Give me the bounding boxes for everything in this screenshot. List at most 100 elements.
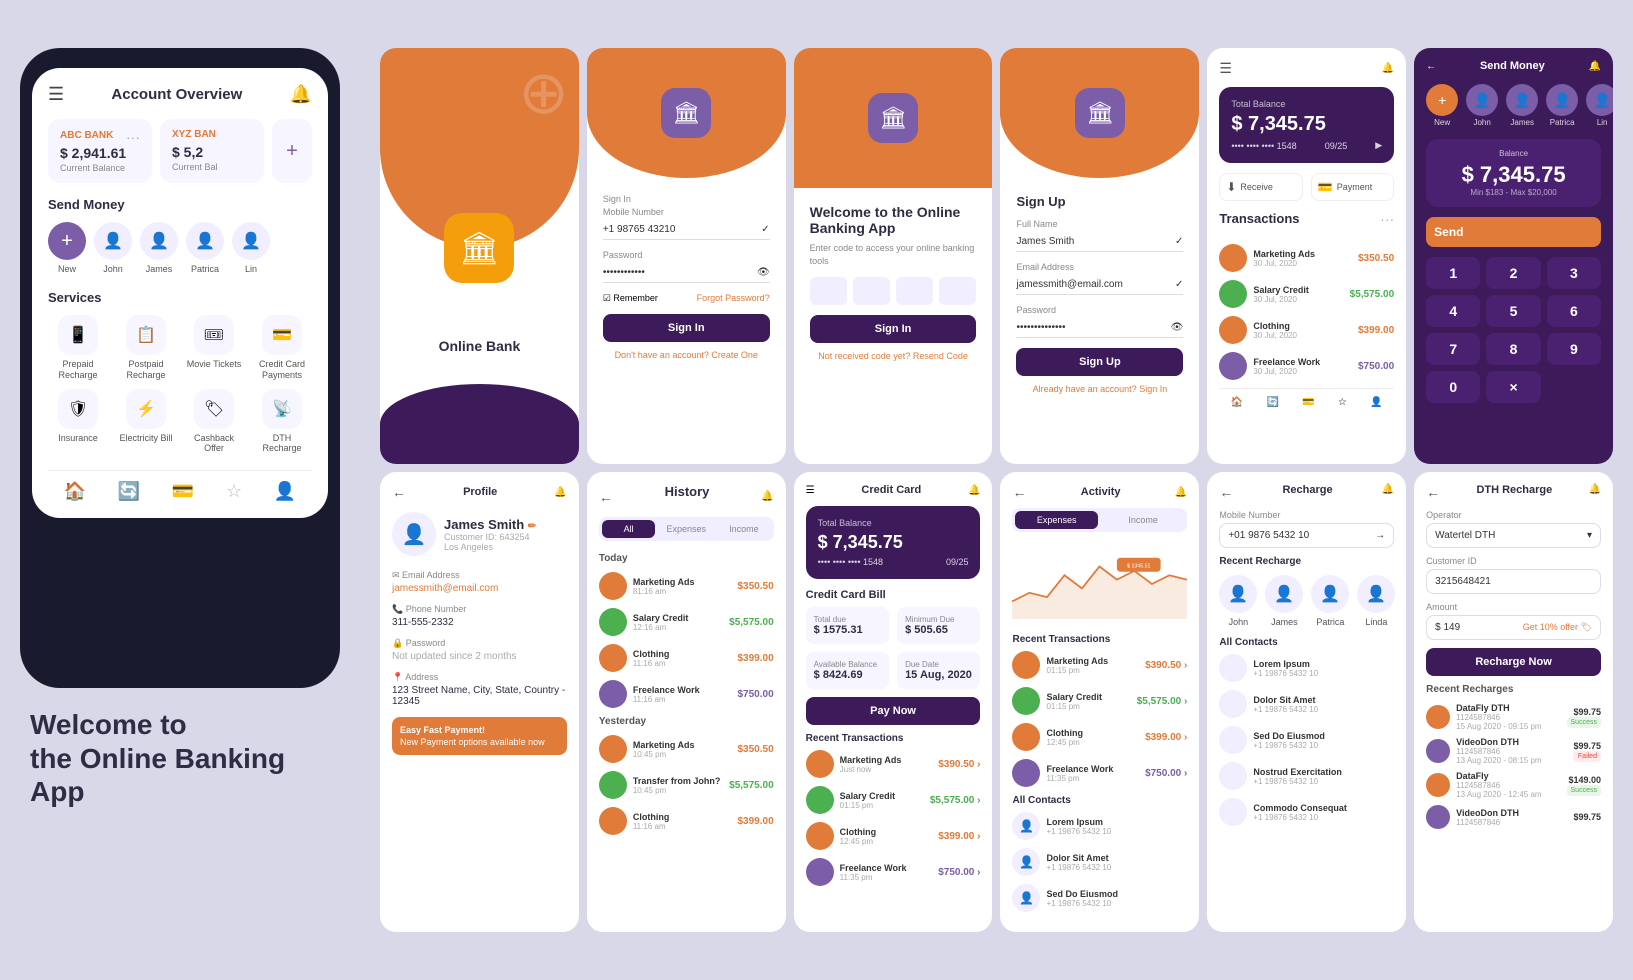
eye-icon-signup[interactable]: 👁 xyxy=(1171,322,1184,333)
nav-profile-icon[interactable]: 👤 xyxy=(274,481,296,502)
numpad-1[interactable]: 1 xyxy=(1426,257,1480,289)
contact-new[interactable]: + New xyxy=(48,222,86,274)
code-box-3[interactable] xyxy=(896,277,933,305)
recharge-mobile-input[interactable]: +01 9876 5432 10 → xyxy=(1219,523,1394,548)
back-arrow-send[interactable]: ← xyxy=(1426,61,1436,72)
contact-john[interactable]: 👤 John xyxy=(94,222,132,274)
recharge-contact-john[interactable]: 👤 John xyxy=(1219,575,1257,627)
code-box-1[interactable] xyxy=(810,277,847,305)
add-card-button[interactable]: + xyxy=(272,119,312,183)
cc-menu-icon[interactable]: ☰ xyxy=(806,485,815,496)
tab-income[interactable]: Income xyxy=(717,520,771,538)
bell-icon[interactable]: 🔔 xyxy=(290,84,312,105)
nav-activity-icon[interactable]: 🔄 xyxy=(118,481,140,502)
remember-checkbox[interactable]: ☑ Remember xyxy=(603,293,658,304)
service-electricity[interactable]: ⚡ Electricity Bill xyxy=(116,389,176,455)
operator-dropdown[interactable]: Watertel DTH ▾ xyxy=(1426,523,1601,548)
payment-button[interactable]: 💳 Payment xyxy=(1311,173,1394,201)
code-box-4[interactable] xyxy=(939,277,976,305)
get-offer-link[interactable]: Get 10% offer 🏷 xyxy=(1523,622,1592,633)
tab-income-activity[interactable]: Income xyxy=(1102,511,1184,529)
receive-button[interactable]: ⬇ Receive xyxy=(1219,173,1302,201)
back-arrow-dth[interactable]: ← xyxy=(1426,484,1440,500)
recharge-contact-linda[interactable]: 👤 Linda xyxy=(1357,575,1395,627)
contact-lin[interactable]: 👤 Lin xyxy=(232,222,270,274)
dash-nav-activity[interactable]: 🔄 xyxy=(1267,397,1279,408)
back-arrow-recharge[interactable]: ← xyxy=(1219,484,1233,500)
hamburger-icon[interactable]: ☰ xyxy=(48,84,64,105)
back-arrow-profile[interactable]: ← xyxy=(392,484,406,500)
dash-nav-home[interactable]: 🏠 xyxy=(1231,397,1243,408)
contact-james[interactable]: 👤 James xyxy=(140,222,178,274)
dash-nav-card[interactable]: 💳 xyxy=(1302,397,1314,408)
send-contact-patrica[interactable]: 👤 Patrica xyxy=(1546,84,1578,127)
create-account-link[interactable]: Don't have an account? Create One xyxy=(603,350,770,360)
tab-expenses-activity[interactable]: Expenses xyxy=(1015,511,1097,529)
tab-expenses[interactable]: Expenses xyxy=(659,520,713,538)
bank-card-xyz[interactable]: XYZ BAN $ 5,2 Current Bal xyxy=(160,119,264,183)
back-arrow-history[interactable]: ← xyxy=(599,489,613,505)
signin-button[interactable]: Sign In xyxy=(603,314,770,342)
cc-bell-icon[interactable]: 🔔 xyxy=(968,485,980,496)
signup-button[interactable]: Sign Up xyxy=(1016,348,1183,376)
dth-bell-icon[interactable]: 🔔 xyxy=(1589,484,1601,500)
signup-email-input[interactable]: jamessmith@email.com ✓ xyxy=(1016,275,1183,295)
back-arrow-activity[interactable]: ← xyxy=(1012,484,1026,500)
profile-bell-icon[interactable]: 🔔 xyxy=(554,487,566,498)
recharge-contact-james[interactable]: 👤 James xyxy=(1265,575,1303,627)
send-button[interactable]: Send xyxy=(1426,217,1601,247)
mobile-input[interactable]: +1 98765 43210 ✓ xyxy=(603,220,770,240)
send-bell-icon[interactable]: 🔔 xyxy=(1589,61,1601,72)
recharge-now-button[interactable]: Recharge Now xyxy=(1426,648,1601,676)
pay-now-button[interactable]: Pay Now xyxy=(806,697,981,725)
numpad-5[interactable]: 5 xyxy=(1486,295,1540,327)
numpad-6[interactable]: 6 xyxy=(1547,295,1601,327)
signin-link[interactable]: Already have an account? Sign In xyxy=(1016,384,1183,394)
numpad-7[interactable]: 7 xyxy=(1426,333,1480,365)
edit-icon[interactable]: ✏ xyxy=(528,521,536,532)
contact-patrica[interactable]: 👤 Patrica xyxy=(186,222,224,274)
dash-nav-star[interactable]: ☆ xyxy=(1338,397,1347,408)
password-input[interactable]: •••••••••••• 👁 xyxy=(603,263,770,283)
recharge-bell-icon[interactable]: 🔔 xyxy=(1382,484,1394,500)
activity-bell-icon[interactable]: 🔔 xyxy=(1175,487,1187,498)
service-prepaid[interactable]: 📱 Prepaid Recharge xyxy=(48,315,108,381)
signup-name-input[interactable]: James Smith ✓ xyxy=(1016,232,1183,252)
bank-card-abc[interactable]: ABC BANK ··· $ 2,941.61 Current Balance xyxy=(48,119,152,183)
service-credit-card[interactable]: 💳 Credit Card Payments xyxy=(252,315,312,381)
nav-card-icon[interactable]: 💳 xyxy=(172,481,194,502)
service-cashback[interactable]: 🏷 Cashback Offer xyxy=(184,389,244,455)
nav-star-icon[interactable]: ☆ xyxy=(226,481,242,502)
send-contact-james[interactable]: 👤 James xyxy=(1506,84,1538,127)
numpad-backspace[interactable]: × xyxy=(1486,371,1540,403)
code-box-2[interactable] xyxy=(853,277,890,305)
numpad-3[interactable]: 3 xyxy=(1547,257,1601,289)
signup-password-input[interactable]: •••••••••••••• 👁 xyxy=(1016,318,1183,338)
history-bell-icon[interactable]: 🔔 xyxy=(761,491,773,502)
service-postpaid[interactable]: 📋 Postpaid Recharge xyxy=(116,315,176,381)
forgot-password-link[interactable]: Forgot Password? xyxy=(697,293,770,304)
recharge-contact-patrica[interactable]: 👤 Patrica xyxy=(1311,575,1349,627)
send-new-contact[interactable]: + New xyxy=(1426,84,1458,127)
tab-all[interactable]: All xyxy=(602,520,656,538)
send-contact-john[interactable]: 👤 John xyxy=(1466,84,1498,127)
service-movies[interactable]: 🎟 Movie Tickets xyxy=(184,315,244,381)
dash-menu-icon[interactable]: ☰ xyxy=(1219,60,1232,77)
numpad-0[interactable]: 0 xyxy=(1426,371,1480,403)
more-options-icon[interactable]: ··· xyxy=(1380,211,1394,236)
welcome-signin-button[interactable]: Sign In xyxy=(810,315,977,343)
profile-notice[interactable]: Easy Fast Payment! New Payment options a… xyxy=(392,717,567,755)
numpad-8[interactable]: 8 xyxy=(1486,333,1540,365)
resend-code-link[interactable]: Not received code yet? Resend Code xyxy=(810,351,977,361)
amount-input[interactable]: $ 149 Get 10% offer 🏷 xyxy=(1426,615,1601,640)
card-dots[interactable]: ··· xyxy=(126,129,140,145)
nav-home-icon[interactable]: 🏠 xyxy=(64,481,86,502)
eye-icon[interactable]: 👁 xyxy=(757,267,770,278)
dash-bell-icon[interactable]: 🔔 xyxy=(1382,63,1394,74)
service-dth[interactable]: 📡 DTH Recharge xyxy=(252,389,312,455)
numpad-9[interactable]: 9 xyxy=(1547,333,1601,365)
numpad-2[interactable]: 2 xyxy=(1486,257,1540,289)
dash-nav-profile[interactable]: 👤 xyxy=(1370,397,1382,408)
service-insurance[interactable]: 🛡 Insurance xyxy=(48,389,108,455)
customer-id-input[interactable]: 3215648421 xyxy=(1426,569,1601,594)
